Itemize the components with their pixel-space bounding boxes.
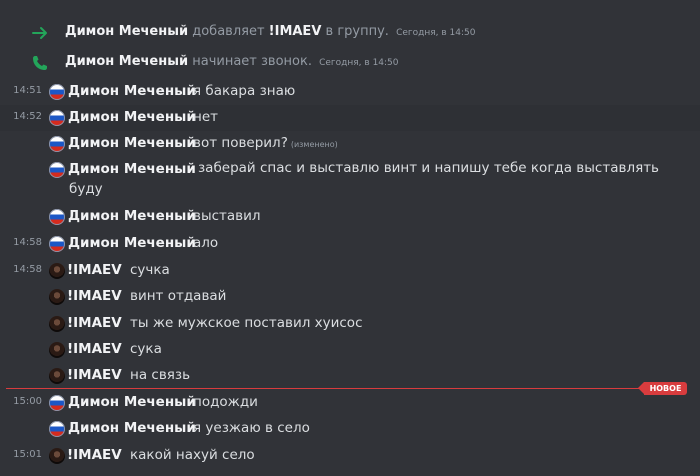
message-author[interactable]: Димон Меченый [68,208,196,224]
message-text: сучка [130,262,170,278]
avatar[interactable] [49,395,65,411]
avatar[interactable] [49,136,65,152]
system-message-call: Димон Меченый начинает звонок. Сегодня, … [0,50,700,76]
message-time: 14:51 [13,85,42,96]
message-row[interactable]: 15:01 !IMAEV какой нахуй село [0,443,700,469]
message-row[interactable]: 14:52 Димон Меченый нет [0,105,700,131]
system-timestamp: Сегодня, в 14:50 [319,58,399,68]
message-row[interactable]: !IMAEV ты же мужское поставил хуисос [0,311,700,337]
message-author[interactable]: Димон Меченый [68,83,196,99]
system-suffix: в группу. [325,24,389,39]
avatar[interactable] [49,448,65,464]
message-author[interactable]: !IMAEV [67,447,122,463]
message-row[interactable]: Димон Меченый выставил [0,204,700,230]
message-text: я бакара знаю [193,83,296,99]
message-row[interactable]: Димон Меченый заберай спас и выставлю ви… [0,157,700,205]
message-text: винт отдавай [130,288,227,304]
arrow-right-icon [32,27,47,39]
system-text: Димон Меченый начинает звонок. Сегодня, … [65,54,399,69]
message-text: вот поверил? (изменено) [193,135,338,151]
avatar[interactable] [49,236,65,252]
message-author[interactable]: Димон Меченый [68,394,196,410]
new-messages-divider [6,388,650,389]
avatar[interactable] [49,162,65,178]
avatar[interactable] [49,209,65,225]
avatar[interactable] [49,84,65,100]
system-timestamp: Сегодня, в 14:50 [396,28,476,38]
avatar[interactable] [49,110,65,126]
message-row[interactable]: 14:58 !IMAEV сучка [0,258,700,284]
message-text: на связь [130,367,191,383]
message-row[interactable]: !IMAEV сука [0,337,700,363]
avatar[interactable] [49,289,65,305]
message-author[interactable]: Димон Меченый [68,235,196,251]
message-text: ало [193,235,219,251]
system-message-add: Димон Меченый добавляет !IMAEV в группу.… [0,20,700,46]
message-text: ты же мужское поставил хуисос [130,315,363,331]
message-text-content: вот поверил? [193,135,288,151]
message-author[interactable]: !IMAEV [67,288,122,304]
avatar[interactable] [49,263,65,279]
message-row[interactable]: 15:00 Димон Меченый подожди [0,390,700,416]
message-text: подожди [193,394,258,410]
message-row[interactable]: !IMAEV на связь [0,363,700,389]
message-text: какой нахуй село [130,447,255,463]
message-text: выставил [193,208,261,224]
message-row[interactable]: 14:58 Димон Меченый ало [0,231,700,257]
message-row[interactable]: !IMAEV винт отдавай [0,284,700,310]
system-target[interactable]: !IMAEV [269,24,322,39]
message-author[interactable]: !IMAEV [67,315,122,331]
avatar[interactable] [49,316,65,332]
message-row[interactable]: 14:51 Димон Меченый я бакара знаю [0,79,700,105]
message-author[interactable]: !IMAEV [67,262,122,278]
system-action: начинает звонок. [192,54,312,69]
message-text: сука [130,341,162,357]
message-author[interactable]: Димон Меченый [68,420,196,436]
message-time: 14:58 [13,264,42,275]
message-text: заберай спас и выставлю винт и напишу те… [69,160,660,197]
message-time: 14:52 [13,111,42,122]
message-time: 15:00 [13,396,42,407]
avatar[interactable] [49,421,65,437]
message-row[interactable]: Димон Меченый вот поверил? (изменено) [0,131,700,157]
phone-icon [33,56,47,70]
message-row[interactable]: Димон Меченый я уезжаю в село [0,416,700,442]
message-text: я уезжаю в село [193,420,310,436]
message-author[interactable]: Димон Меченый [68,135,196,151]
system-text: Димон Меченый добавляет !IMAEV в группу.… [65,24,475,39]
message-time: 15:01 [13,449,42,460]
avatar[interactable] [49,368,65,384]
message-author[interactable]: !IMAEV [67,341,122,357]
message-text: нет [193,109,218,125]
system-author[interactable]: Димон Меченый [65,54,188,69]
message-time: 14:58 [13,237,42,248]
edited-label: (изменено) [290,140,338,149]
message-author[interactable]: !IMAEV [67,367,122,383]
system-author[interactable]: Димон Меченый [65,24,188,39]
avatar[interactable] [49,342,65,358]
system-action: добавляет [192,24,265,39]
message-author[interactable]: Димон Меченый [68,109,196,125]
